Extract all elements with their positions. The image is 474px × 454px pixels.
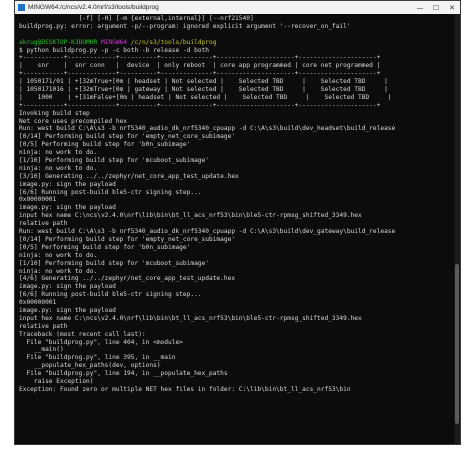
output-line: File "buildprog.py", line 395, in __main xyxy=(19,354,176,362)
output-line: [-f] [-H] [-m {external,internal}] [--nr… xyxy=(19,15,254,22)
output-line: image.py: sign the payload xyxy=(19,180,116,188)
minimize-button[interactable]: — xyxy=(412,4,428,12)
output-line: ninja: no work to do. xyxy=(19,251,98,259)
output-line: [0/5] Performing build step for 'b0n_sub… xyxy=(19,243,191,251)
maximize-button[interactable]: ☐ xyxy=(428,4,444,12)
output-line: [6/6] Running post-build ble5-ctr signin… xyxy=(19,188,202,196)
output-line: Traceback (most recent call last): xyxy=(19,330,146,338)
output-line: +-----------+-------------+----------+--… xyxy=(19,70,381,78)
output-line: 0x00000001 xyxy=(19,299,57,307)
output-line: raise Exception( xyxy=(19,377,94,385)
terminal-output[interactable]: [-f] [-H] [-m {external,internal}] [--nr… xyxy=(15,14,460,394)
output-line: [0/14] Performing build step for 'empty_… xyxy=(19,235,236,243)
output-line: buildprog.py: error: argument -p/--progr… xyxy=(19,22,351,30)
output-line: [0/5] Performing build step for 'b0n_sub… xyxy=(19,141,191,149)
output-line: image.py: sign the payload xyxy=(19,204,116,212)
output-line: [4/6] Generating ../../zephyr/net_core_a… xyxy=(19,275,236,283)
output-line: 0x00000001 xyxy=(19,196,57,204)
window-title: MINGW64:/c/ncs/v2.4.0/nrf/s3/tools/build… xyxy=(28,4,159,11)
output-line: [6/6] Running post-build ble5-ctr signin… xyxy=(19,291,202,299)
output-line: Exception: Found zero or multiple NET he… xyxy=(19,385,351,393)
output-line: [0/14] Performing build step for 'empty_… xyxy=(19,133,236,141)
output-line: ninja: no work to do. xyxy=(19,164,98,172)
output-line: __populate_hex_paths(dev, options) xyxy=(19,362,161,370)
output-line: File "buildprog.py", line 194, in __popu… xyxy=(19,370,228,378)
output-line: File "buildprog.py", line 404, in <modul… xyxy=(19,338,183,346)
scroll-thumb[interactable] xyxy=(455,264,459,424)
output-line: +-----------+-------------+----------+--… xyxy=(19,101,381,109)
output-line: Run: west build C:\A\s3 -b nrf5340_audio… xyxy=(19,228,396,236)
title-bar: MINGW64:/c/ncs/v2.4.0/nrf/s3/tools/build… xyxy=(15,1,460,14)
output-line: image.py: sign the payload xyxy=(19,283,116,291)
output-line: | snr | snr conn | device | only reboot … xyxy=(19,62,381,70)
output-line: ninja: no work to do. xyxy=(19,267,98,275)
output-line: __main() xyxy=(19,346,64,354)
output-line: | 1050171016 | +[32mTrue+[0m | gateway |… xyxy=(19,86,388,94)
output-line: ninja: no work to do. xyxy=(19,149,98,157)
output-line: Run: west build C:\A\s3 -b nrf5340_audio… xyxy=(19,125,396,133)
prompt-system: MINGW64 xyxy=(100,38,128,46)
output-line: | 1000 | +[31mFalse+[0m | headset | Not … xyxy=(19,93,392,101)
prompt-line: akrug@DESKTOP-K3DUMHR MINGW64 /c/n/s3/to… xyxy=(19,39,456,47)
terminal-icon xyxy=(18,4,25,11)
output-line: relative path xyxy=(19,322,68,330)
close-button[interactable]: ✕ xyxy=(444,4,460,12)
output-line: input hex name C:\ncs\v2.4.0\nrf\lib\bin… xyxy=(19,212,362,220)
output-line: input hex name C:\ncs\v2.4.0\nrf\lib\bin… xyxy=(19,314,362,322)
output-line: image.py: sign the payload xyxy=(19,306,116,314)
output-line: [1/10] Performing build step for 'mcuboo… xyxy=(19,259,209,267)
output-line: relative path xyxy=(19,220,68,228)
output-line: [3/10] Generating ../../zephyr/net_core_… xyxy=(19,172,239,180)
scrollbar[interactable] xyxy=(454,14,460,444)
output-line: +-----------+-------------+----------+--… xyxy=(19,54,381,62)
output-line: | 1050171/01 | +[32mTrue+[0m | headset |… xyxy=(19,78,388,86)
prompt-path: /c/n/s3/tools/buildprog xyxy=(130,38,217,46)
terminal-window[interactable]: MINGW64:/c/ncs/v2.4.0/nrf/s3/tools/build… xyxy=(14,0,461,445)
prompt-user: akrug@DESKTOP-K3DUMHR xyxy=(19,38,98,46)
command-line: $ python buildprog.py -p -c both -b rele… xyxy=(19,46,209,54)
output-line: Net core uses precompiled hex xyxy=(19,117,128,125)
output-line: [1/10] Performing build step for 'mcuboo… xyxy=(19,157,209,165)
output-line: Invoking build step xyxy=(19,109,90,117)
